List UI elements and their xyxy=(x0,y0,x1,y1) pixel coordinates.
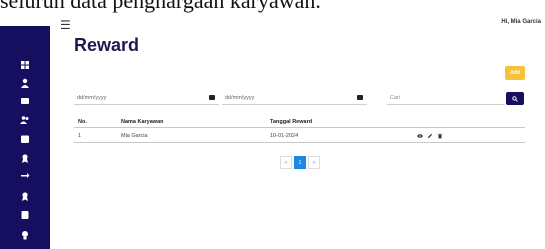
column-header-no: No. xyxy=(78,119,87,125)
search-placeholder: Cari xyxy=(390,95,401,101)
edit-icon[interactable] xyxy=(427,132,433,139)
date-to-placeholder: dd/mm/yyyy xyxy=(225,95,255,101)
row-name: Mia Garcia xyxy=(121,133,148,139)
search-icon xyxy=(512,95,518,102)
inbox-icon[interactable] xyxy=(19,95,31,107)
prev-page-button[interactable]: < xyxy=(280,156,292,169)
search-input[interactable]: Cari xyxy=(387,92,505,105)
main-content: ☰ Hi, Mia Garcia Reward Add dd/mm/yyyy d… xyxy=(50,18,545,249)
row-divider xyxy=(74,142,525,143)
page-caption: seluruh data penghargaan karyawan. xyxy=(0,0,545,26)
row-no: 1 xyxy=(78,133,82,139)
user-icon[interactable] xyxy=(19,77,31,89)
document-icon[interactable] xyxy=(19,209,31,221)
lightbulb-icon[interactable] xyxy=(19,229,31,241)
hamburger-icon[interactable]: ☰ xyxy=(60,18,71,32)
pagination: < 1 > xyxy=(280,156,320,169)
date-from-input[interactable]: dd/mm/yyyy xyxy=(74,92,219,105)
calendar-picker-icon[interactable] xyxy=(209,95,215,100)
header-divider xyxy=(74,127,525,128)
next-page-button[interactable]: > xyxy=(308,156,320,169)
view-icon[interactable] xyxy=(417,132,423,139)
search-button[interactable] xyxy=(506,92,524,105)
award-icon[interactable] xyxy=(19,152,31,164)
dashboard-icon[interactable] xyxy=(19,59,31,71)
users-icon[interactable] xyxy=(19,114,31,126)
calendar-icon[interactable] xyxy=(19,133,31,145)
delete-icon[interactable] xyxy=(437,132,443,139)
app-window: ☰ Hi, Mia Garcia Reward Add dd/mm/yyyy d… xyxy=(0,18,545,249)
date-from-placeholder: dd/mm/yyyy xyxy=(77,95,107,101)
caption-text: seluruh data penghargaan karyawan. xyxy=(0,0,321,13)
row-date: 10-01-2024 xyxy=(270,133,299,139)
transfer-icon[interactable] xyxy=(19,171,31,183)
award-icon-2[interactable] xyxy=(19,190,31,202)
date-to-input[interactable]: dd/mm/yyyy xyxy=(222,92,367,105)
calendar-picker-icon[interactable] xyxy=(357,95,363,100)
user-greeting[interactable]: Hi, Mia Garcia xyxy=(501,19,541,25)
column-header-name: Nama Karyawan xyxy=(121,119,164,125)
sidebar xyxy=(0,26,50,249)
add-button[interactable]: Add xyxy=(505,66,525,80)
page-title: Reward xyxy=(74,35,140,55)
page-1-button[interactable]: 1 xyxy=(294,156,306,169)
column-header-date: Tanggal Reward xyxy=(270,119,313,125)
